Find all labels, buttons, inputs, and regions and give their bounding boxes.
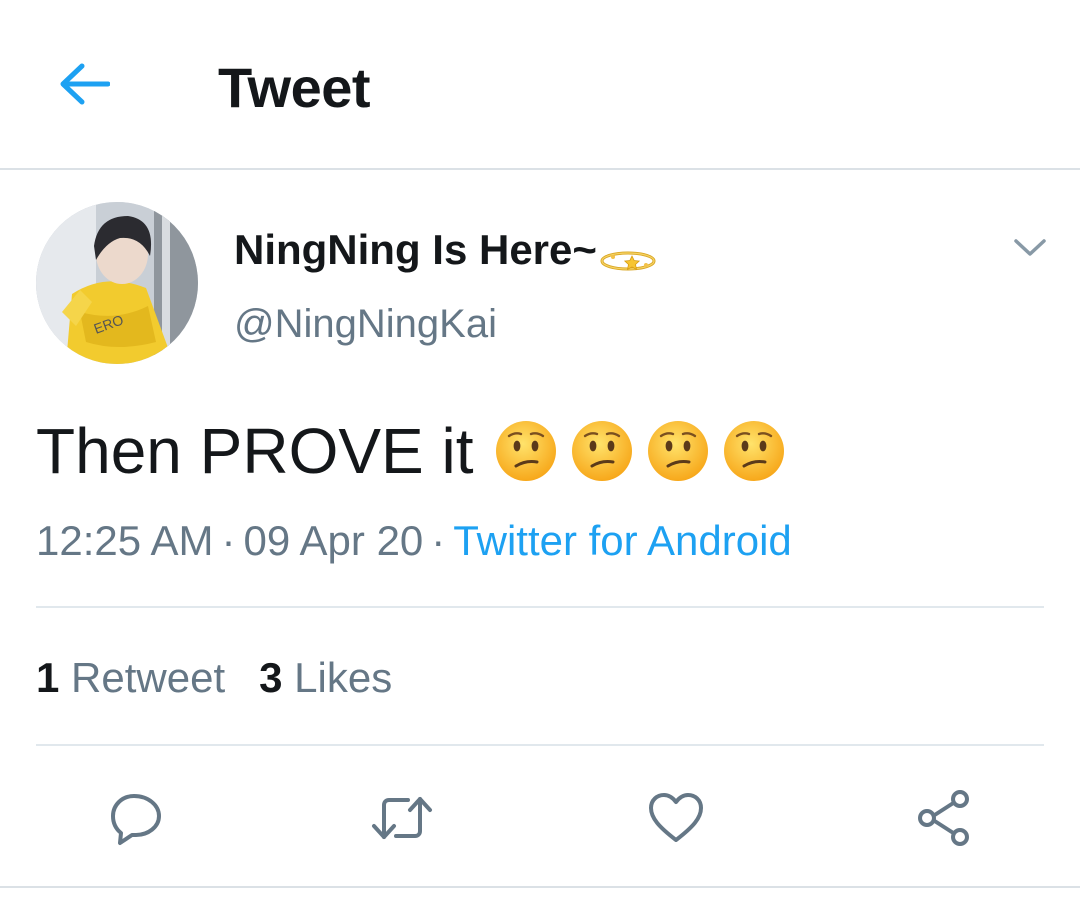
display-name-text: NingNing Is Here~ xyxy=(234,226,597,273)
reply-icon[interactable] xyxy=(108,790,164,846)
retweets-count: 1 xyxy=(36,654,60,701)
confused-face-emoji xyxy=(723,421,784,481)
share-icon[interactable] xyxy=(914,788,974,848)
tweet-meta: 12:25 AM · 09 Apr 20 · Twitter for Android xyxy=(36,514,792,568)
halo-icon xyxy=(599,235,657,271)
tweet-body: Then PROVE it xyxy=(36,414,786,488)
emoji-group xyxy=(494,419,786,483)
confused-face-emoji xyxy=(495,421,556,481)
meta-separator: · xyxy=(221,517,236,564)
confused-face-emoji xyxy=(571,421,632,481)
retweet-icon[interactable] xyxy=(370,793,434,843)
author-handle[interactable]: @NingNingKai xyxy=(234,298,497,350)
reply-button[interactable] xyxy=(104,786,168,850)
page-title: Tweet xyxy=(218,56,371,119)
likes-count: 3 xyxy=(259,654,283,701)
chevron-down-icon[interactable] xyxy=(1013,238,1047,258)
retweets-stat[interactable]: 1 Retweet xyxy=(36,654,225,701)
divider xyxy=(0,886,1080,888)
divider xyxy=(36,606,1044,608)
retweets-label: Retweet xyxy=(71,654,226,701)
meta-separator: · xyxy=(431,517,446,564)
tweet-source-link[interactable]: Twitter for Android xyxy=(453,517,791,564)
tweet-stats: 1 Retweet 3 Likes xyxy=(36,652,392,704)
tweet-date: 09 Apr 20 xyxy=(243,517,424,564)
more-options-button[interactable] xyxy=(1010,230,1050,266)
like-heart-icon[interactable] xyxy=(647,792,705,844)
tweet-text: Then PROVE it xyxy=(36,415,474,487)
retweet-button[interactable] xyxy=(370,786,434,850)
share-button[interactable] xyxy=(912,786,976,850)
likes-label: Likes xyxy=(294,654,393,701)
confused-face-emoji xyxy=(647,421,708,481)
like-button[interactable] xyxy=(644,786,708,850)
likes-stat[interactable]: 3 Likes xyxy=(259,654,392,701)
tweet-time: 12:25 AM xyxy=(36,517,214,564)
author-display-name[interactable]: NingNing Is Here~ xyxy=(234,224,657,276)
top-bar: Tweet xyxy=(0,0,1080,170)
divider xyxy=(36,744,1044,746)
back-button[interactable] xyxy=(52,52,116,116)
back-arrow-icon[interactable] xyxy=(58,62,110,106)
avatar-photo: ERO xyxy=(36,202,198,364)
avatar[interactable]: ERO xyxy=(36,202,198,364)
